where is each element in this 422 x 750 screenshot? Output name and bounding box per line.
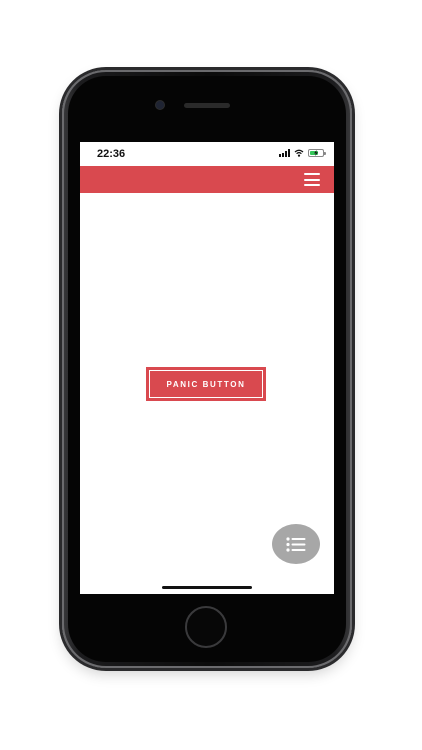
- list-fab-button[interactable]: [272, 524, 320, 564]
- panic-button[interactable]: PANIC BUTTON: [146, 367, 266, 401]
- list-icon: [286, 536, 306, 552]
- battery-cap: [324, 152, 326, 155]
- charging-bolt-icon: [314, 150, 318, 156]
- status-time: 22:36: [97, 148, 126, 160]
- screenshot-stage: 22:36 PANIC BUTTON: [0, 0, 422, 750]
- home-button[interactable]: [185, 606, 227, 648]
- phone-screen: 22:36 PANIC BUTTON: [80, 142, 334, 594]
- home-indicator: [162, 586, 252, 589]
- power-button: [352, 190, 355, 238]
- status-icons: [279, 149, 326, 157]
- front-camera: [156, 101, 164, 109]
- earpiece-speaker: [184, 103, 230, 108]
- app-bar: [80, 166, 334, 193]
- hamburger-menu-icon[interactable]: [304, 173, 320, 186]
- cellular-signal-icon: [279, 149, 290, 157]
- battery-icon: [308, 149, 326, 157]
- wifi-icon: [294, 149, 304, 157]
- status-bar: 22:36: [80, 142, 334, 166]
- panic-button-label: PANIC BUTTON: [149, 370, 263, 398]
